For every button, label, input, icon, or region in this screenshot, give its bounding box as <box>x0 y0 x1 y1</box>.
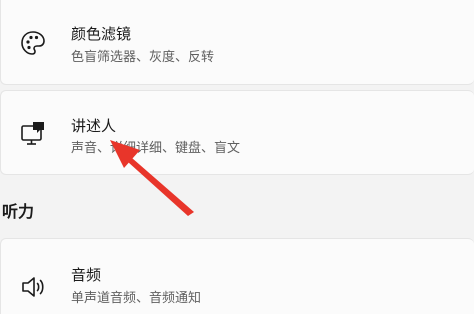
palette-icon <box>21 31 45 55</box>
narrator-title: 讲述人 <box>71 117 117 135</box>
color-filters-subtitle: 色盲筛选器、灰度、反转 <box>71 50 215 65</box>
audio-subtitle: 单声道音频、音频通知 <box>71 291 202 306</box>
narrator-subtitle: 声音、详细详细、键盘、盲文 <box>71 141 241 156</box>
narrator-card[interactable]: 讲述人 声音、详细详细、键盘、盲文 <box>0 90 474 175</box>
speaker-icon <box>22 277 44 297</box>
audio-card[interactable]: 音频 单声道音频、音频通知 <box>0 238 474 314</box>
audio-title: 音频 <box>71 266 102 284</box>
color-filters-title: 颜色滤镜 <box>71 25 132 43</box>
hearing-section-heading: 听力 <box>2 202 35 221</box>
narrator-icon <box>21 122 44 145</box>
color-filters-card[interactable]: 颜色滤镜 色盲筛选器、灰度、反转 <box>0 0 474 85</box>
